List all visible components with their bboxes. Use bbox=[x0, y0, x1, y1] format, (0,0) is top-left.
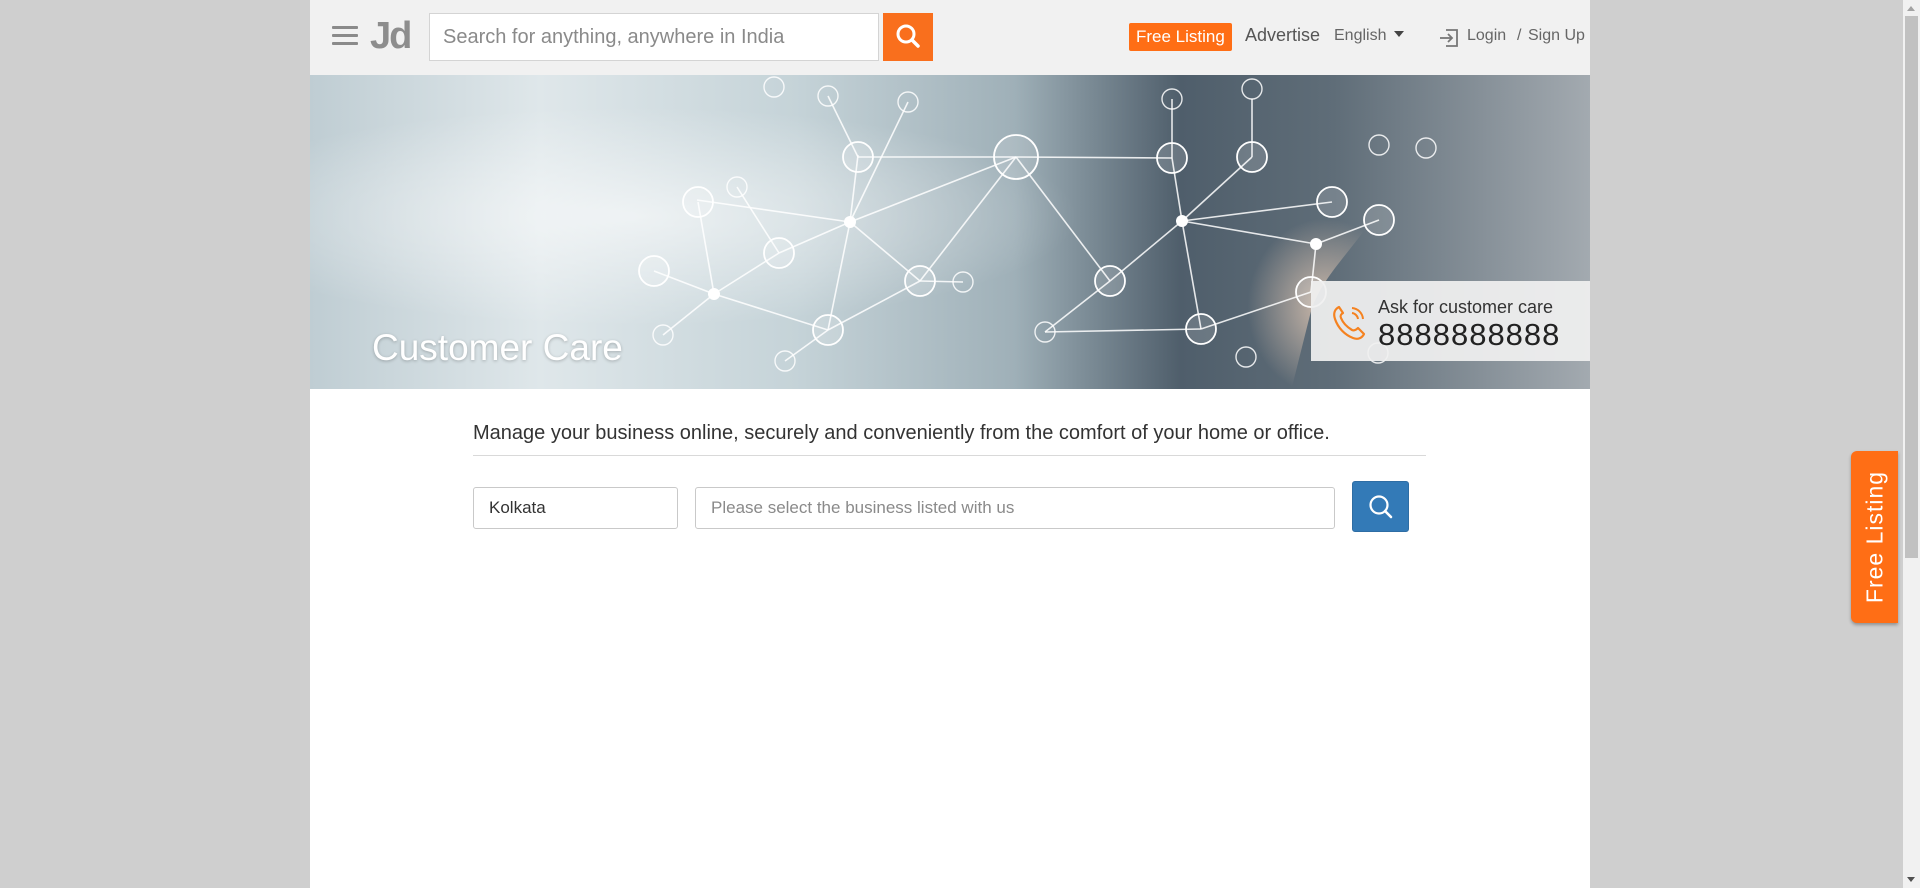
scroll-down-icon[interactable] bbox=[1907, 877, 1915, 882]
free-listing-side-tab[interactable]: Free Listing bbox=[1851, 451, 1898, 623]
login-separator: / bbox=[1517, 27, 1522, 44]
menu-icon[interactable] bbox=[332, 26, 358, 46]
language-label: English bbox=[1334, 27, 1387, 44]
login-link[interactable]: Login bbox=[1467, 27, 1506, 45]
business-search-input[interactable] bbox=[695, 487, 1335, 529]
search-icon bbox=[896, 24, 920, 48]
search-box bbox=[429, 13, 879, 61]
care-phone-number: 8888888888 bbox=[1378, 317, 1561, 352]
banner-title: Customer Care bbox=[372, 327, 623, 368]
vertical-scrollbar[interactable] bbox=[1903, 0, 1920, 888]
scrollbar-thumb[interactable] bbox=[1905, 16, 1918, 558]
language-selector[interactable]: English bbox=[1334, 27, 1405, 45]
divider bbox=[473, 455, 1426, 456]
hero-banner: Customer Care Ask for customer care 8888… bbox=[310, 75, 1590, 389]
signup-link[interactable]: Sign Up bbox=[1528, 27, 1585, 45]
top-header: Jd Free Listing Advertise English Login … bbox=[310, 0, 1590, 75]
free-listing-button[interactable]: Free Listing bbox=[1129, 23, 1232, 51]
care-label: Ask for customer care bbox=[1378, 297, 1554, 317]
business-search-button[interactable] bbox=[1352, 481, 1409, 532]
search-button[interactable] bbox=[883, 13, 933, 61]
side-tab-label: Free Listing bbox=[1861, 470, 1887, 604]
login-icon[interactable] bbox=[1438, 27, 1460, 49]
city-input[interactable] bbox=[473, 487, 678, 529]
page-container: Jd Free Listing Advertise English Login … bbox=[310, 0, 1590, 888]
page-tagline: Manage your business online, securely an… bbox=[473, 422, 1330, 444]
site-logo[interactable]: Jd bbox=[370, 14, 412, 58]
advertise-link[interactable]: Advertise bbox=[1245, 25, 1320, 46]
search-input[interactable] bbox=[430, 14, 863, 60]
caret-down-icon bbox=[1394, 31, 1405, 37]
phone-icon bbox=[1333, 305, 1366, 340]
scroll-up-icon[interactable] bbox=[1907, 6, 1915, 11]
customer-care-box: Ask for customer care 8888888888 bbox=[1311, 281, 1590, 361]
search-icon bbox=[1369, 495, 1393, 519]
